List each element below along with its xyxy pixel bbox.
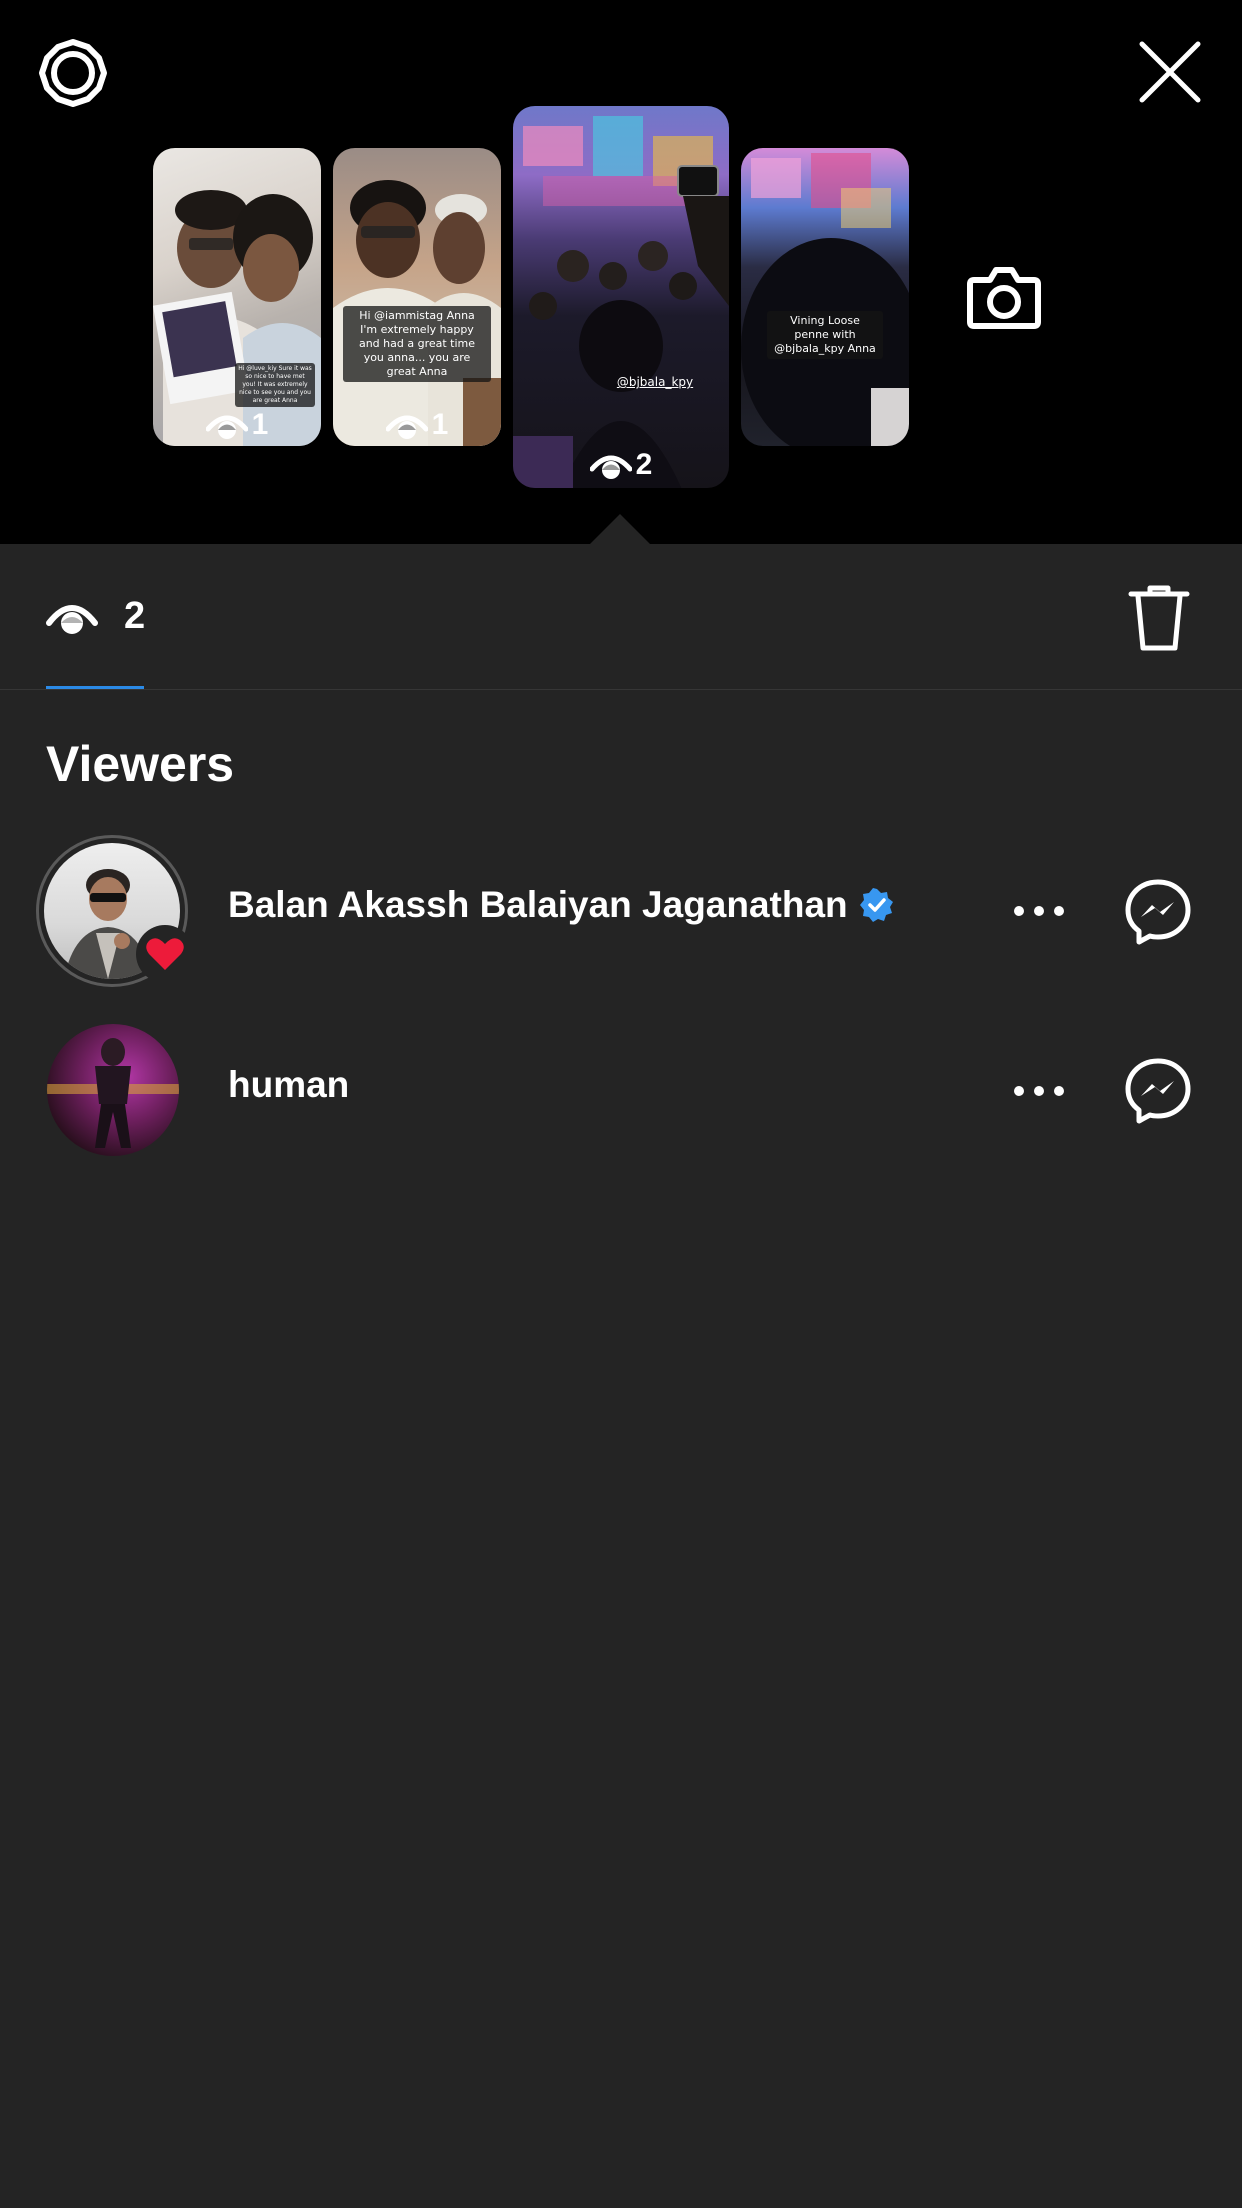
story-caption-4: Vining Loose penne with @bjbala_kpy Anna bbox=[767, 311, 883, 359]
viewer-name-row: human bbox=[228, 1064, 349, 1106]
story-caption-3: @bjbala_kpy bbox=[616, 375, 694, 389]
viewer-name: human bbox=[228, 1064, 350, 1105]
story-thumbnail-1[interactable]: Hi @luve_kiy Sure it was so nice to have… bbox=[153, 148, 321, 446]
settings-gear-icon[interactable] bbox=[38, 38, 108, 108]
story-thumbnail-3-selected[interactable]: @bjbala_kpy 2 bbox=[513, 106, 729, 488]
story-caption-2: Hi @iammistag Anna I'm extremely happy a… bbox=[343, 306, 491, 382]
trash-icon[interactable] bbox=[1128, 584, 1190, 652]
divider bbox=[0, 689, 1242, 690]
story-thumbnail-4[interactable]: Vining Loose penne with @bjbala_kpy Anna bbox=[741, 148, 909, 446]
messenger-icon[interactable] bbox=[1124, 1057, 1192, 1125]
story-strip-panel: Hi @luve_kiy Sure it was so nice to have… bbox=[0, 0, 1242, 544]
story-views-1: 1 bbox=[153, 408, 321, 442]
story-view-count-2: 1 bbox=[431, 408, 449, 441]
story-photo-4 bbox=[741, 153, 909, 446]
eye-icon bbox=[589, 455, 632, 479]
story-photo-2 bbox=[333, 180, 501, 446]
story-caption-1: Hi @luve_kiy Sure it was so nice to have… bbox=[235, 363, 315, 407]
heart-icon bbox=[136, 925, 194, 983]
more-dots-icon[interactable] bbox=[1012, 898, 1066, 924]
story-view-count-3: 2 bbox=[635, 448, 653, 481]
more-dots-icon[interactable] bbox=[1012, 1078, 1066, 1104]
avatar[interactable] bbox=[47, 1024, 179, 1156]
story-thumbnail-2[interactable]: Hi @iammistag Anna I'm extremely happy a… bbox=[333, 148, 501, 446]
eye-icon bbox=[385, 415, 428, 439]
viewers-heading: Viewers bbox=[46, 736, 235, 792]
eye-icon bbox=[205, 415, 248, 439]
story-view-count-1: 1 bbox=[251, 408, 269, 441]
viewer-name-row: Balan Akassh Balaiyan Jaganathan bbox=[228, 884, 894, 926]
camera-icon[interactable] bbox=[966, 258, 1042, 334]
eye-icon bbox=[46, 604, 98, 634]
viewer-name: Balan Akassh Balaiyan Jaganathan bbox=[228, 884, 848, 925]
views-count: 2 bbox=[124, 595, 146, 637]
verified-badge-icon bbox=[859, 888, 893, 922]
story-views-2: 1 bbox=[333, 408, 501, 442]
selected-story-pointer bbox=[590, 514, 650, 544]
messenger-icon[interactable] bbox=[1124, 878, 1192, 946]
story-views-3: 2 bbox=[513, 448, 729, 482]
views-tab[interactable]: 2 bbox=[46, 595, 145, 638]
story-photo-3 bbox=[513, 116, 729, 488]
close-icon[interactable] bbox=[1138, 40, 1202, 104]
